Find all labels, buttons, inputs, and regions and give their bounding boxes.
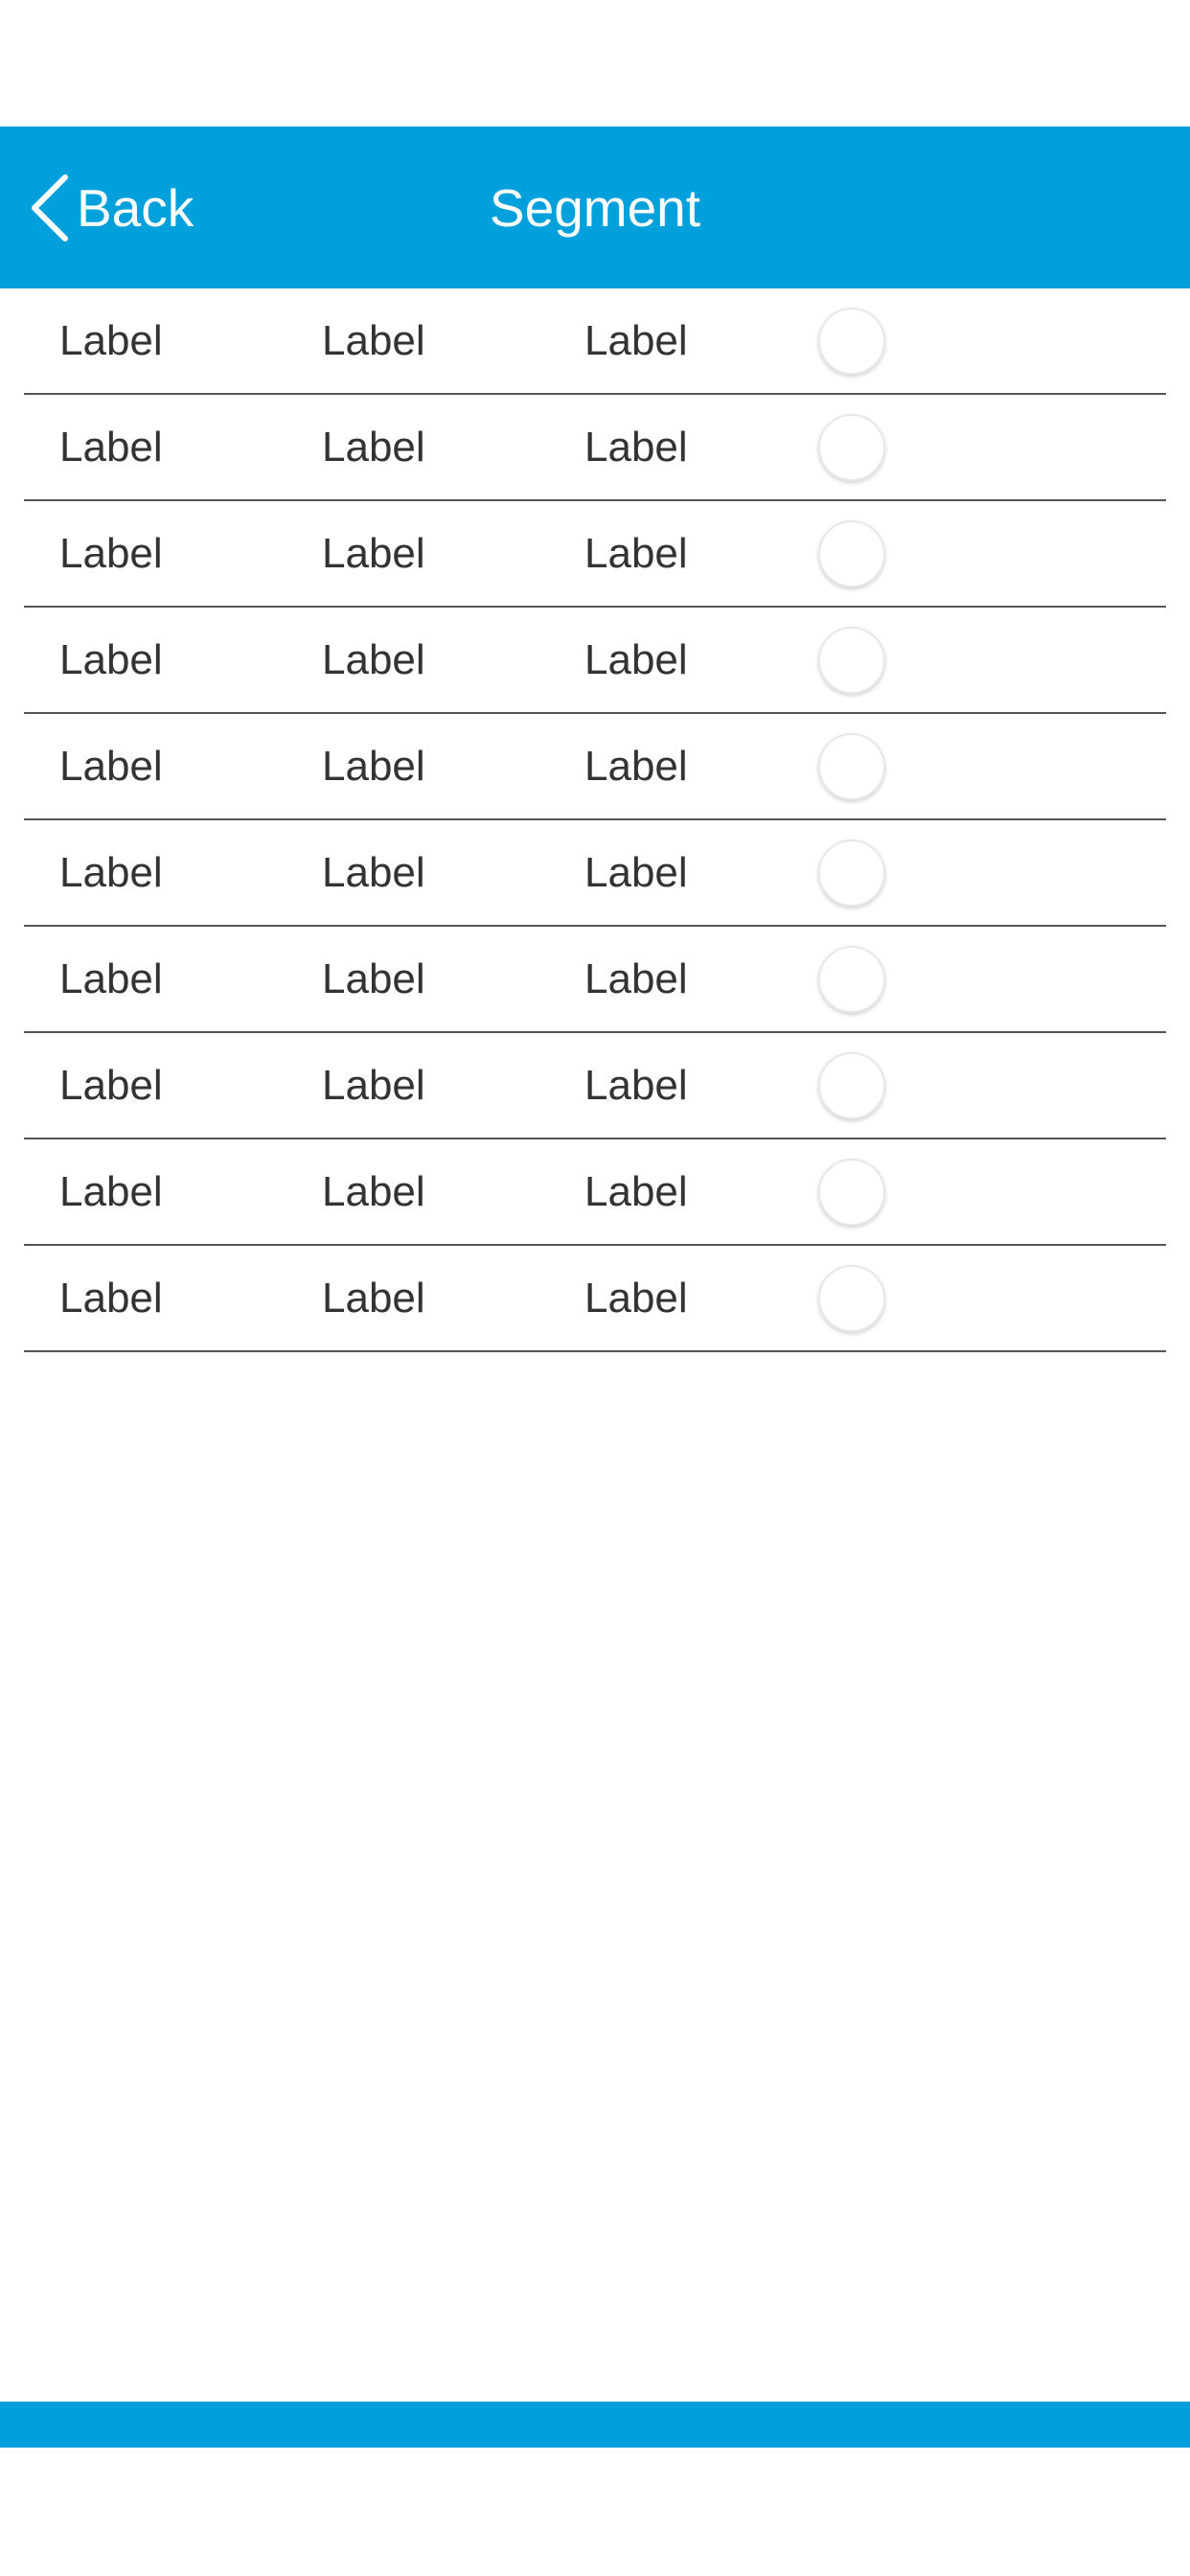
row-label-1: Label bbox=[59, 742, 163, 790]
list-item[interactable]: Label Label Label bbox=[0, 820, 1190, 927]
list-item[interactable]: Label Label Label bbox=[0, 927, 1190, 1033]
row-label-1: Label bbox=[59, 1167, 163, 1215]
row-label-1: Label bbox=[59, 954, 163, 1002]
radio-button[interactable] bbox=[818, 414, 885, 481]
radio-button[interactable] bbox=[818, 1159, 885, 1226]
list-item[interactable]: Label Label Label bbox=[0, 1033, 1190, 1139]
list-item[interactable]: Label Label Label bbox=[0, 1139, 1190, 1246]
row-label-3: Label bbox=[584, 423, 688, 471]
radio-button[interactable] bbox=[818, 520, 885, 587]
status-bar-area bbox=[0, 0, 1190, 126]
radio-button[interactable] bbox=[818, 733, 885, 800]
row-label-3: Label bbox=[584, 529, 688, 577]
radio-button[interactable] bbox=[818, 308, 885, 375]
row-label-1: Label bbox=[59, 635, 163, 683]
row-label-2: Label bbox=[322, 529, 425, 577]
row-label-3: Label bbox=[584, 742, 688, 790]
radio-button[interactable] bbox=[818, 946, 885, 1013]
row-label-1: Label bbox=[59, 1061, 163, 1109]
segment-list: Label Label Label Label Label Label Labe… bbox=[0, 288, 1190, 1352]
row-label-2: Label bbox=[322, 1274, 425, 1322]
navigation-bar: Segment Back bbox=[0, 126, 1190, 288]
list-item[interactable]: Label Label Label bbox=[0, 1246, 1190, 1352]
chevron-left-icon bbox=[29, 173, 71, 242]
row-label-2: Label bbox=[322, 423, 425, 471]
row-label-3: Label bbox=[584, 848, 688, 896]
row-label-2: Label bbox=[322, 954, 425, 1002]
row-label-3: Label bbox=[584, 1274, 688, 1322]
bottom-bar bbox=[0, 2402, 1190, 2448]
row-label-1: Label bbox=[59, 848, 163, 896]
app-screen: Segment Back Label Label Label Label Lab… bbox=[0, 0, 1190, 2576]
list-item[interactable]: Label Label Label bbox=[0, 608, 1190, 714]
radio-button[interactable] bbox=[818, 1052, 885, 1119]
row-label-3: Label bbox=[584, 1061, 688, 1109]
row-label-3: Label bbox=[584, 1167, 688, 1215]
row-label-2: Label bbox=[322, 1061, 425, 1109]
list-item[interactable]: Label Label Label bbox=[0, 714, 1190, 820]
row-label-2: Label bbox=[322, 635, 425, 683]
row-label-2: Label bbox=[322, 1167, 425, 1215]
list-item[interactable]: Label Label Label bbox=[0, 395, 1190, 501]
row-label-2: Label bbox=[322, 742, 425, 790]
list-item[interactable]: Label Label Label bbox=[0, 501, 1190, 608]
row-label-2: Label bbox=[322, 848, 425, 896]
back-button-label: Back bbox=[77, 178, 195, 238]
row-label-1: Label bbox=[59, 529, 163, 577]
row-label-3: Label bbox=[584, 635, 688, 683]
radio-button[interactable] bbox=[818, 840, 885, 907]
row-label-1: Label bbox=[59, 423, 163, 471]
row-label-2: Label bbox=[322, 316, 425, 364]
row-label-3: Label bbox=[584, 954, 688, 1002]
radio-button[interactable] bbox=[818, 627, 885, 694]
row-label-1: Label bbox=[59, 316, 163, 364]
list-item[interactable]: Label Label Label bbox=[0, 288, 1190, 395]
row-label-1: Label bbox=[59, 1274, 163, 1322]
row-label-3: Label bbox=[584, 316, 688, 364]
radio-button[interactable] bbox=[818, 1265, 885, 1332]
back-button[interactable]: Back bbox=[29, 165, 194, 251]
